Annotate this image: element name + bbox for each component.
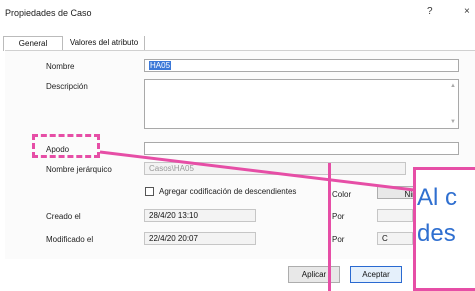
connector-arrow bbox=[99, 150, 415, 192]
callout-line-2: des bbox=[417, 220, 456, 247]
callout-line-1: Al c bbox=[417, 184, 458, 211]
callout-divider-line bbox=[328, 163, 331, 291]
callout-box: Al c des bbox=[413, 167, 475, 291]
connector-line bbox=[99, 150, 415, 192]
